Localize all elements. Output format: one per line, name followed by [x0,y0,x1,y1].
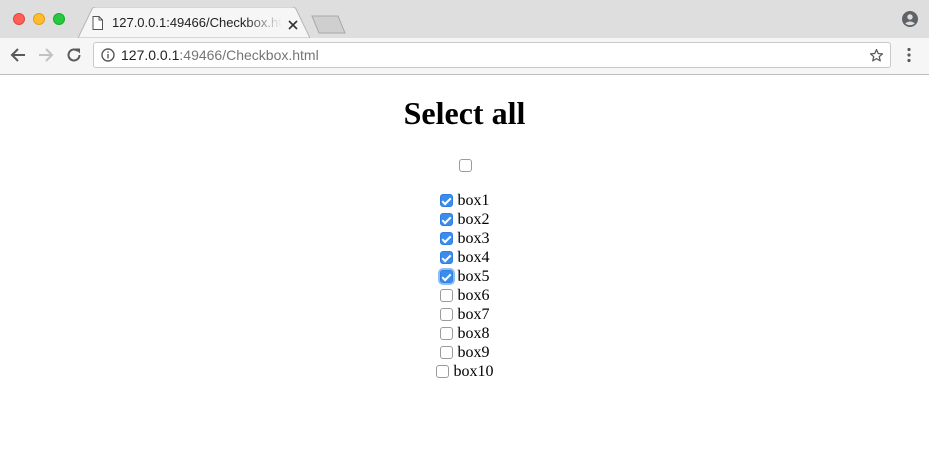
box-checkbox[interactable] [439,308,453,321]
box-label: box3 [457,230,490,247]
box-label: box4 [457,249,490,266]
checkbox-row: box8 [0,324,929,343]
forward-arrow-icon[interactable] [38,47,54,68]
box-label: box5 [457,268,490,285]
box-label: box7 [457,306,490,323]
minimize-window-button[interactable] [33,13,45,25]
box-label: box2 [457,211,490,228]
box-label: box10 [453,363,494,380]
url-text: 127.0.0.1:49466/Checkbox.html [121,47,319,63]
browser-tab[interactable]: 127.0.0.1:49466/Checkbox.html [78,7,310,38]
new-tab-button[interactable] [311,15,347,39]
box-checkbox[interactable] [439,327,453,340]
box-checkbox[interactable] [435,365,449,378]
select-all-checkbox[interactable] [459,158,472,172]
info-icon[interactable] [101,48,115,67]
box-checkbox[interactable] [439,251,453,264]
box-checkbox[interactable] [439,289,453,302]
checkbox-row: box1 [0,191,929,210]
reload-icon[interactable] [66,47,82,68]
checkbox-row: box3 [0,229,929,248]
box-checkbox[interactable] [439,270,453,283]
checkbox-row: box10 [0,362,929,381]
close-window-button[interactable] [13,13,25,25]
back-arrow-icon[interactable] [10,47,26,68]
box-checkbox[interactable] [439,346,453,359]
box-checkbox[interactable] [439,232,453,245]
checkbox-row: box2 [0,210,929,229]
tab-strip: 127.0.0.1:49466/Checkbox.html [0,0,929,38]
box-checkbox[interactable] [439,194,453,207]
box-label: box6 [457,287,490,304]
checkbox-row: box4 [0,248,929,267]
checkbox-list: box1 box2 box3 box4 box5 box6 box7 box8 box9 box1… [0,191,929,381]
browser-menu-icon[interactable] [907,47,911,68]
checkbox-row: box7 [0,305,929,324]
browser-toolbar: 127.0.0.1:49466/Checkbox.html [0,38,929,75]
profile-icon[interactable] [902,11,918,32]
page-icon [92,16,103,35]
page-heading: Select all [403,95,526,131]
bookmark-star-icon[interactable] [869,48,884,68]
box-label: box9 [457,344,490,361]
checkbox-row: box5 [0,267,929,286]
tab-title: 127.0.0.1:49466/Checkbox.html [112,15,282,30]
box-label: box1 [457,192,490,209]
tab-close-icon[interactable] [288,17,298,35]
box-checkbox[interactable] [439,213,453,226]
url-host: 127.0.0.1 [121,47,180,63]
url-path: :49466/Checkbox.html [179,47,319,63]
address-bar[interactable]: 127.0.0.1:49466/Checkbox.html [93,42,891,68]
checkbox-row: box6 [0,286,929,305]
box-label: box8 [457,325,490,342]
page-content: Select all box1 box2 box3 box4 box5 box6 box7 b… [0,75,929,462]
checkbox-row: box9 [0,343,929,362]
maximize-window-button[interactable] [53,13,65,25]
